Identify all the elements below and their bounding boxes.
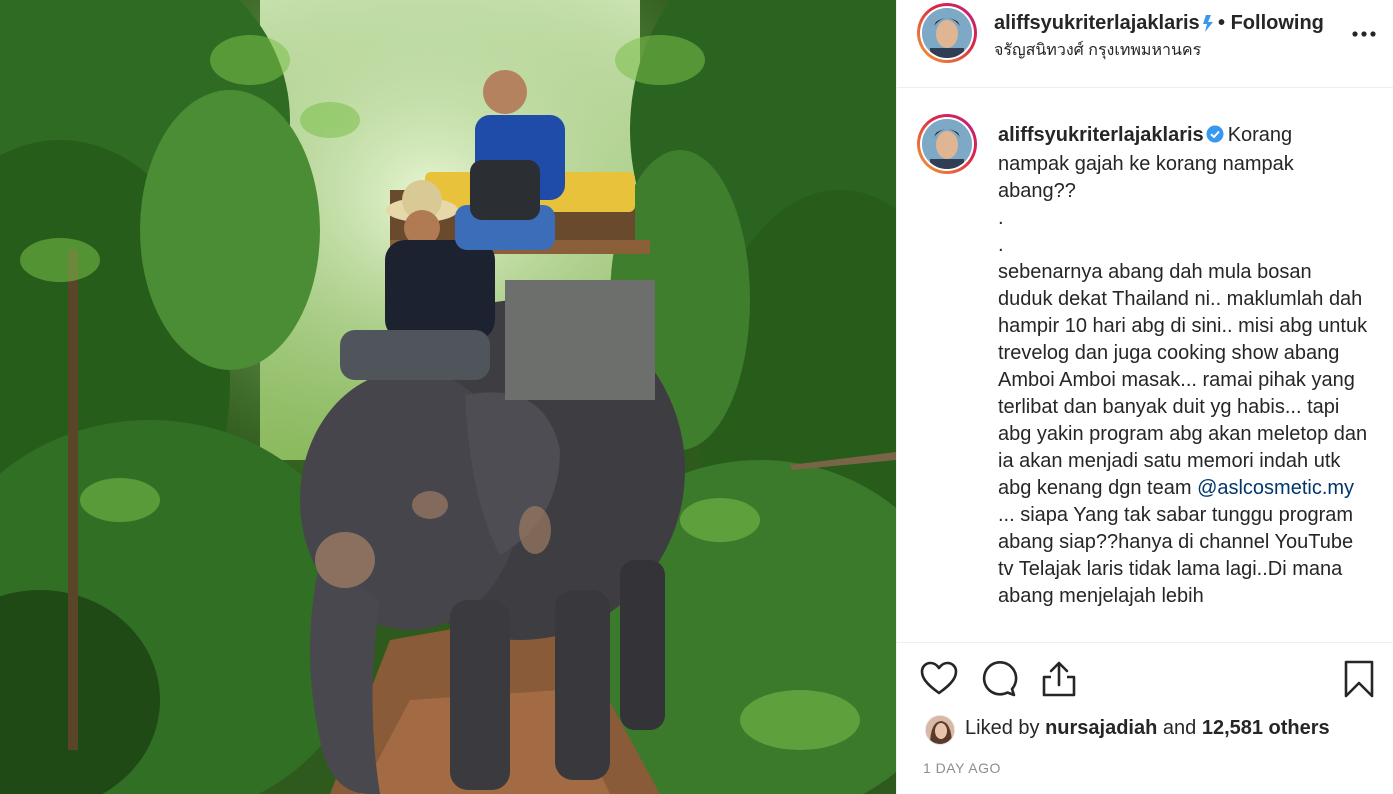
heart-icon[interactable] (919, 659, 959, 699)
share-icon[interactable] (1039, 659, 1079, 699)
liker-avatar[interactable] (925, 715, 955, 745)
follow-separator: • (1218, 12, 1226, 34)
post-timestamp[interactable]: 1 DAY AGO (923, 760, 1001, 776)
likes-count[interactable]: 12,581 others (1202, 717, 1330, 739)
caption-text: aliffsyukriterlajaklaris Korang nampak ga… (998, 122, 1368, 610)
author-avatar[interactable] (917, 3, 977, 63)
author-username[interactable]: aliffsyukriterlajaklaris (994, 12, 1200, 35)
action-bar: Liked by nursajadiah and 12,581 others 1… (897, 642, 1393, 794)
comment-icon[interactable] (979, 659, 1019, 699)
post-location[interactable]: จรัญสนิทวงศ์ กรุงเทพมหานคร (994, 38, 1201, 63)
bookmark-icon[interactable] (1339, 659, 1379, 699)
caption-line: . (998, 234, 1004, 256)
author-face-icon (922, 8, 972, 58)
following-button[interactable]: Following (1231, 12, 1324, 34)
caption-section: aliffsyukriterlajaklaris Korang nampak ga… (897, 89, 1393, 641)
follow-status[interactable]: • Following (1218, 12, 1324, 35)
caption-username[interactable]: aliffsyukriterlajaklaris (998, 124, 1204, 146)
caption-line: ... siapa Yang tak sabar tunggu program … (998, 504, 1354, 607)
elephant-ride-photo (0, 0, 896, 794)
caption-line: . (998, 207, 1004, 229)
liked-by-label: Liked by (965, 717, 1040, 739)
verified-badge-icon (1206, 124, 1224, 151)
liker-username[interactable]: nursajadiah (1045, 717, 1157, 739)
more-options-icon[interactable] (1349, 22, 1379, 42)
mention-link[interactable]: @aslcosmetic.my (1197, 477, 1354, 499)
post-header: aliffsyukriterlajaklaris • Following จรั… (897, 0, 1393, 88)
post-photo[interactable] (0, 0, 896, 794)
author-face-icon (922, 119, 972, 169)
caption-line: sebenarnya abang dah mula bosan duduk de… (998, 261, 1368, 499)
liked-connector: and (1162, 717, 1197, 739)
post-details-panel: aliffsyukriterlajaklaris • Following จรั… (896, 0, 1393, 794)
liker-face-icon (926, 716, 954, 744)
verified-badge-icon (1201, 12, 1215, 39)
caption-avatar[interactable] (917, 114, 977, 174)
